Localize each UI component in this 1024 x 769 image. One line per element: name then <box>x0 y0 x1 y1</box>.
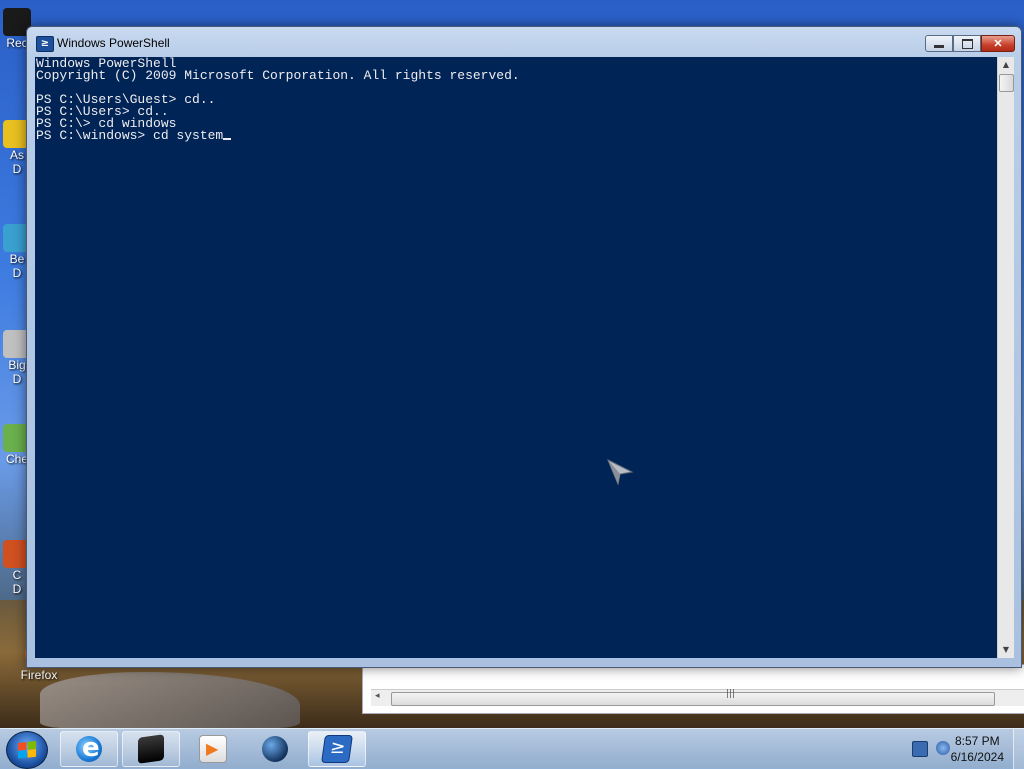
scrollbar-thumb[interactable] <box>999 74 1014 92</box>
globe-icon <box>262 736 288 762</box>
taskbar-command-prompt[interactable] <box>122 731 180 767</box>
window-title: Windows PowerShell <box>57 36 170 50</box>
console-line: Copyright (C) 2009 Microsoft Corporation… <box>36 68 520 83</box>
cmd-icon <box>138 734 164 764</box>
network-icon[interactable] <box>936 741 950 755</box>
text-cursor <box>223 138 232 140</box>
vertical-scrollbar[interactable]: ▲ ▼ <box>997 57 1014 658</box>
system-tray: 8:57 PM 6/16/2024 <box>884 729 1024 769</box>
horizontal-scrollbar[interactable]: ◂ ||| <box>371 689 1024 706</box>
powershell-icon[interactable]: ≥ <box>36 36 54 52</box>
show-desktop-button[interactable] <box>1013 729 1024 769</box>
close-button[interactable]: ✕ <box>981 35 1015 52</box>
maximize-button[interactable] <box>953 35 981 52</box>
taskbar-windows-powershell[interactable] <box>308 731 366 767</box>
clock-time: 8:57 PM <box>954 734 1000 748</box>
scroll-up-icon[interactable]: ▲ <box>998 57 1014 73</box>
close-icon: ✕ <box>993 38 1003 50</box>
restore-icon <box>961 38 973 49</box>
console-output: Windows PowerShell Copyright (C) 2009 Mi… <box>35 57 997 143</box>
powershell-window[interactable]: ≥ Windows PowerShell ✕ Windows PowerShel… <box>26 26 1022 668</box>
ie-icon <box>76 733 102 763</box>
powershell-icon <box>321 735 353 763</box>
media-player-icon <box>199 735 227 763</box>
background-window[interactable]: ◂ ||| <box>362 664 1024 714</box>
minimize-button[interactable] <box>925 35 953 52</box>
windows-start-icon <box>18 741 36 759</box>
taskbar-media-player[interactable] <box>184 731 242 767</box>
clock[interactable]: 8:57 PM 6/16/2024 <box>951 733 1004 765</box>
scroll-left-icon[interactable]: ◂ <box>375 690 380 701</box>
clock-date: 6/16/2024 <box>950 750 1004 764</box>
taskbar-internet-explorer[interactable] <box>60 731 118 767</box>
desktop-icon-label: Firefox <box>20 668 58 682</box>
scroll-down-icon[interactable]: ▼ <box>998 642 1014 658</box>
scrollbar-thumb[interactable] <box>391 692 995 706</box>
start-button[interactable] <box>6 731 48 769</box>
scrollbar-grip-icon: ||| <box>726 689 736 699</box>
minimize-icon <box>934 44 944 48</box>
taskbar-network-globe[interactable] <box>246 731 304 767</box>
console-input-line[interactable]: PS C:\windows> cd system <box>36 128 223 143</box>
action-center-icon[interactable] <box>912 741 928 757</box>
window-controls: ✕ <box>925 35 1015 53</box>
taskbar: 8:57 PM 6/16/2024 <box>0 728 1024 769</box>
mouse-pointer-icon <box>607 458 634 486</box>
title-bar[interactable]: ≥ Windows PowerShell ✕ <box>27 27 1021 57</box>
console-area[interactable]: Windows PowerShell Copyright (C) 2009 Mi… <box>35 57 997 658</box>
